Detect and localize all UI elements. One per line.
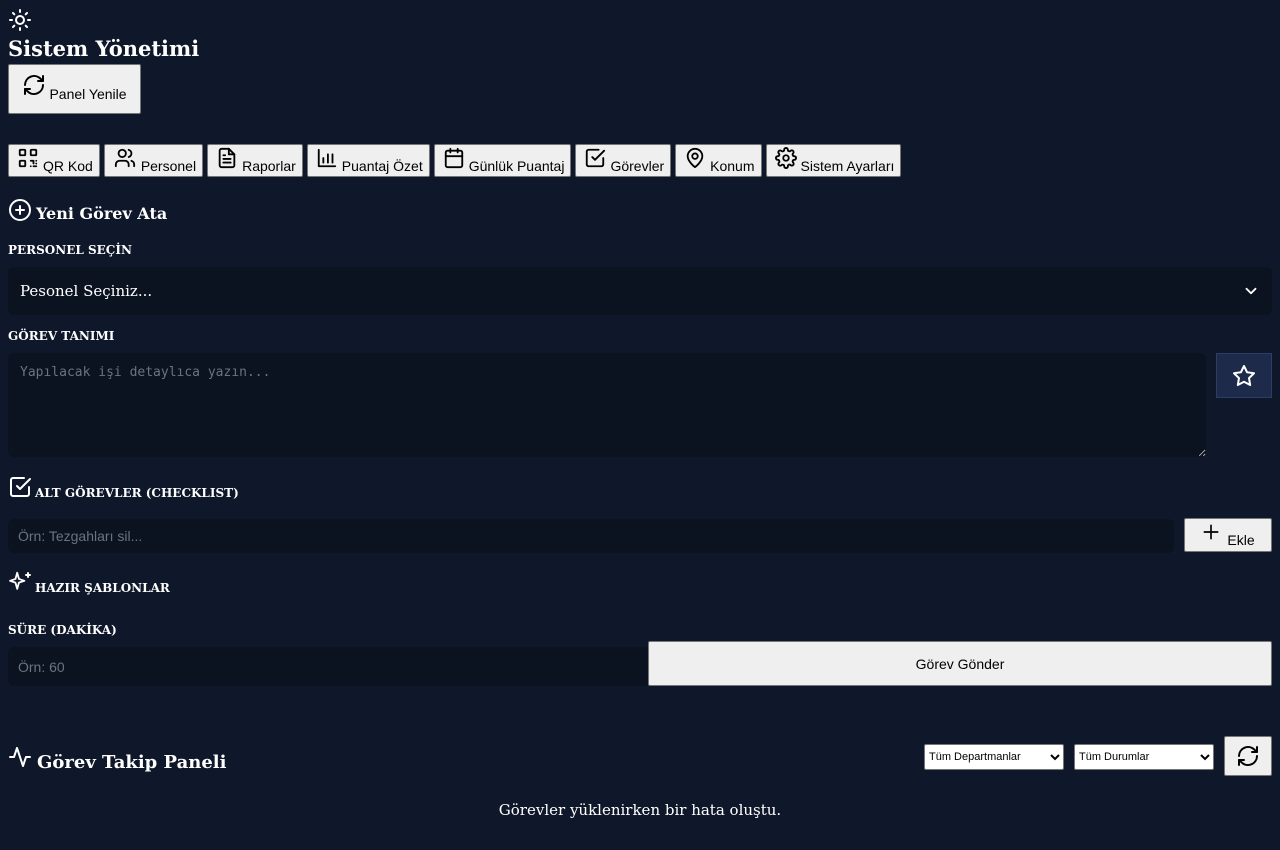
star-icon xyxy=(1232,364,1256,388)
settings-icon xyxy=(774,146,797,169)
tab-system-settings[interactable]: Sistem Ayarları xyxy=(765,144,902,177)
tab-bar: QR Kod Personel Raporlar Puantaj Özet Gü… xyxy=(8,144,902,177)
department-filter[interactable]: Tüm Departmanlar xyxy=(924,744,1064,770)
templates-heading: HAZIR ŞABLONLAR xyxy=(8,569,170,595)
tab-label: QR Kod xyxy=(43,157,93,174)
sparkles-icon xyxy=(8,570,32,594)
task-tracking-title: Görev Takip Paneli xyxy=(37,752,227,773)
duration-label: SÜRE (DAKİKA) xyxy=(8,623,117,637)
tab-reports[interactable]: Raporlar xyxy=(207,144,303,177)
task-tracking-heading: Görev Takip Paneli xyxy=(8,740,226,773)
add-subtask-label: Ekle xyxy=(1227,532,1255,548)
users-icon xyxy=(113,147,137,169)
favorite-template-button[interactable] xyxy=(1216,353,1272,398)
sun-icon[interactable] xyxy=(8,8,32,32)
personnel-select[interactable]: Pesonel Seçiniz... xyxy=(8,267,1272,315)
plus-circle-icon xyxy=(8,198,32,222)
templates-label: HAZIR ŞABLONLAR xyxy=(35,581,170,595)
subtasks-heading: ALT GÖREVLER (CHECKLIST) xyxy=(8,474,239,500)
new-task-heading: Yeni Görev Ata xyxy=(8,196,167,223)
subtask-input[interactable] xyxy=(8,519,1174,553)
calendar-icon xyxy=(443,147,465,169)
personnel-select-value: Pesonel Seçiniz... xyxy=(20,282,153,300)
new-task-title: Yeni Görev Ata xyxy=(36,204,168,223)
tab-timesheet-summary[interactable]: Puantaj Özet xyxy=(306,144,430,177)
tab-label: Puantaj Özet xyxy=(341,157,423,174)
error-message: Görevler yüklenirken bir hata oluştu. xyxy=(498,801,782,819)
tab-daily-timesheet[interactable]: Günlük Puantaj xyxy=(433,144,572,177)
tab-qr-code[interactable]: QR Kod xyxy=(8,144,100,177)
tab-location[interactable]: Konum xyxy=(675,144,762,177)
tab-label: Konum xyxy=(710,157,755,174)
tab-label: Günlük Puantaj xyxy=(468,157,565,174)
activity-icon xyxy=(8,745,32,769)
qr-code-icon xyxy=(17,147,39,169)
refresh-icon xyxy=(1236,744,1260,768)
plus-icon xyxy=(1201,522,1221,542)
personnel-label: PERSONEL SEÇİN xyxy=(8,243,132,257)
status-filter[interactable]: Tüm Durumlar xyxy=(1074,744,1214,770)
tab-tasks[interactable]: Görevler xyxy=(575,144,672,177)
refresh-icon xyxy=(22,73,46,97)
subtasks-label: ALT GÖREVLER (CHECKLIST) xyxy=(35,486,239,500)
check-square-icon xyxy=(8,475,32,499)
refresh-panel-button[interactable]: Panel Yenile xyxy=(8,64,141,114)
tab-personnel[interactable]: Personel xyxy=(103,144,204,177)
bar-chart-icon xyxy=(316,147,338,169)
tab-label: Sistem Ayarları xyxy=(800,157,895,174)
duration-input[interactable] xyxy=(8,647,650,686)
map-pin-icon xyxy=(684,147,706,169)
chevron-down-icon xyxy=(1242,282,1260,300)
add-subtask-button[interactable]: Ekle xyxy=(1184,518,1272,552)
task-description-label: GÖREV TANIMI xyxy=(8,329,115,343)
tab-label: Görevler xyxy=(610,157,665,174)
page-title: Sistem Yönetimi xyxy=(8,36,200,61)
tab-label: Raporlar xyxy=(242,157,296,174)
check-square-icon xyxy=(584,147,606,169)
send-task-button[interactable]: Görev Gönder xyxy=(648,641,1272,686)
tab-label: Personel xyxy=(140,157,197,174)
refresh-panel-label: Panel Yenile xyxy=(49,85,127,102)
file-text-icon xyxy=(216,147,238,169)
task-description-input[interactable] xyxy=(8,353,1206,457)
reload-tasks-button[interactable] xyxy=(1224,736,1272,776)
